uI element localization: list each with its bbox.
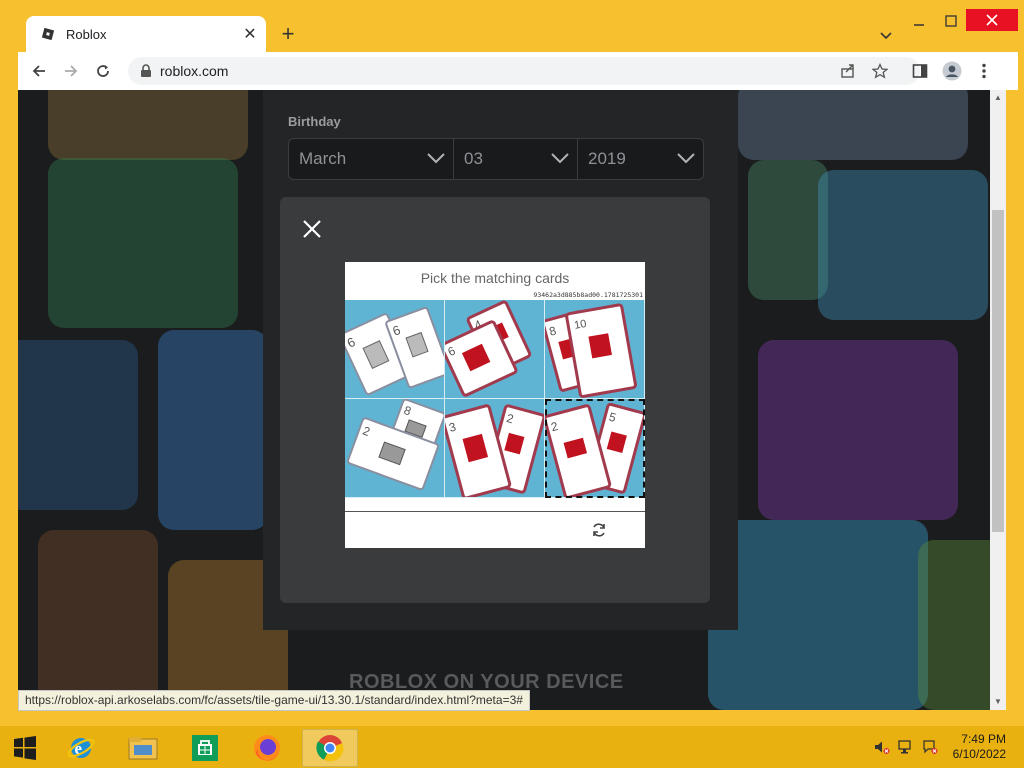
tab-strip: Roblox ✕ +: [18, 0, 1018, 52]
background-tile: [708, 520, 928, 710]
address-url: roblox.com: [160, 63, 229, 79]
background-tile: [48, 90, 248, 160]
firefox-icon[interactable]: [242, 729, 292, 767]
background-tile: [918, 540, 990, 710]
chrome-icon[interactable]: [302, 729, 358, 767]
page-content: Birthday March 03 2019 Pick the matching…: [18, 90, 990, 710]
windows-taskbar: e 7:49 PM 6/10/2022: [0, 726, 1024, 768]
clock-time: 7:49 PM: [961, 732, 1006, 746]
background-tile: [748, 160, 828, 300]
captcha-tile-6[interactable]: 5 2: [545, 399, 645, 498]
captcha-tile-4[interactable]: 8 2: [345, 399, 445, 498]
cards-red-envelope-image: 5 2: [545, 402, 644, 497]
day-value: 03: [464, 149, 483, 168]
maximize-button[interactable]: [936, 10, 966, 32]
chevron-down-icon: [427, 153, 445, 164]
tab-search-chevron-icon[interactable]: [876, 26, 896, 46]
address-bar[interactable]: roblox.com: [128, 57, 920, 85]
minimize-button[interactable]: [904, 10, 934, 32]
file-explorer-icon[interactable]: [118, 729, 168, 767]
bookmark-star-icon[interactable]: [870, 61, 890, 81]
background-tile: [158, 330, 268, 530]
tab-roblox[interactable]: Roblox ✕: [26, 16, 266, 52]
roblox-favicon-icon: [40, 26, 56, 42]
svg-text:10: 10: [573, 318, 587, 332]
new-tab-button[interactable]: +: [276, 21, 300, 46]
store-icon[interactable]: [180, 729, 230, 767]
background-tile: [818, 170, 988, 320]
captcha-tile-5[interactable]: 2 3: [445, 399, 545, 498]
captcha-grid: 6 6 4 6 8 10 8 2 2 3 5 2: [345, 300, 645, 498]
month-select[interactable]: March: [289, 139, 454, 179]
refresh-icon[interactable]: [591, 522, 607, 538]
scroll-up-arrow-icon[interactable]: ▲: [993, 93, 1003, 103]
side-panel-icon[interactable]: [910, 61, 930, 81]
chevron-down-icon: [551, 153, 569, 164]
background-tile: [18, 340, 138, 510]
back-arrow-icon[interactable]: [28, 60, 50, 82]
start-icon[interactable]: [0, 729, 50, 767]
forward-arrow-icon[interactable]: [60, 60, 82, 82]
captcha-tile-1[interactable]: 6 6: [345, 300, 445, 399]
captcha-frame: Pick the matching cards 93462a3d885b8ad0…: [345, 262, 645, 548]
year-select[interactable]: 2019: [578, 139, 703, 179]
lock-icon: [140, 64, 152, 78]
action-center-icon[interactable]: [922, 739, 938, 755]
profile-avatar-icon[interactable]: [942, 61, 962, 81]
background-tile: [48, 158, 238, 328]
captcha-tile-3[interactable]: 8 10: [545, 300, 645, 399]
status-bar-url: https://roblox-api.arkoselabs.com/fc/ass…: [18, 690, 530, 711]
day-select[interactable]: 03: [454, 139, 578, 179]
cards-trash-image: 6 6: [345, 306, 444, 396]
cards-red-bag-image: 2 3: [445, 404, 544, 497]
network-icon[interactable]: [898, 739, 914, 755]
tab-close-icon[interactable]: ✕: [240, 24, 260, 44]
close-icon[interactable]: [302, 219, 322, 239]
month-value: March: [299, 149, 347, 168]
cards-red-box-image: 8 10: [545, 303, 637, 398]
tab-title: Roblox: [66, 26, 107, 42]
background-tile: [738, 90, 968, 160]
captcha-tile-2[interactable]: 4 6: [445, 300, 545, 399]
browser-toolbar: roblox.com: [18, 52, 1018, 90]
share-icon[interactable]: [838, 61, 858, 81]
birthday-selects: March 03 2019: [288, 138, 704, 180]
cards-red-box-image: 4 6: [445, 300, 532, 397]
background-tile: [38, 530, 158, 710]
year-value: 2019: [588, 149, 626, 168]
close-window-button[interactable]: [966, 9, 1018, 31]
captcha-divider: [345, 511, 645, 512]
captcha-modal: Pick the matching cards 93462a3d885b8ad0…: [280, 197, 710, 603]
volume-muted-icon[interactable]: [874, 739, 890, 755]
system-clock[interactable]: 7:49 PM 6/10/2022: [953, 732, 1006, 762]
scroll-down-arrow-icon[interactable]: ▼: [993, 697, 1003, 707]
captcha-title: Pick the matching cards: [420, 270, 570, 286]
background-tile: [758, 340, 958, 520]
page-scrollbar[interactable]: ▲ ▼: [990, 90, 1006, 710]
internet-explorer-icon[interactable]: e: [56, 729, 106, 767]
reload-icon[interactable]: [92, 60, 114, 82]
birthday-label: Birthday: [288, 114, 341, 129]
menu-kebab-icon[interactable]: [974, 61, 994, 81]
scroll-thumb[interactable]: [992, 210, 1004, 532]
clock-date: 6/10/2022: [952, 747, 1006, 761]
captcha-session-id: 93462a3d885b8ad00.1781725301: [533, 291, 643, 299]
cards-box-envelope-image: 8 2: [347, 399, 444, 491]
chevron-down-icon: [677, 153, 695, 164]
